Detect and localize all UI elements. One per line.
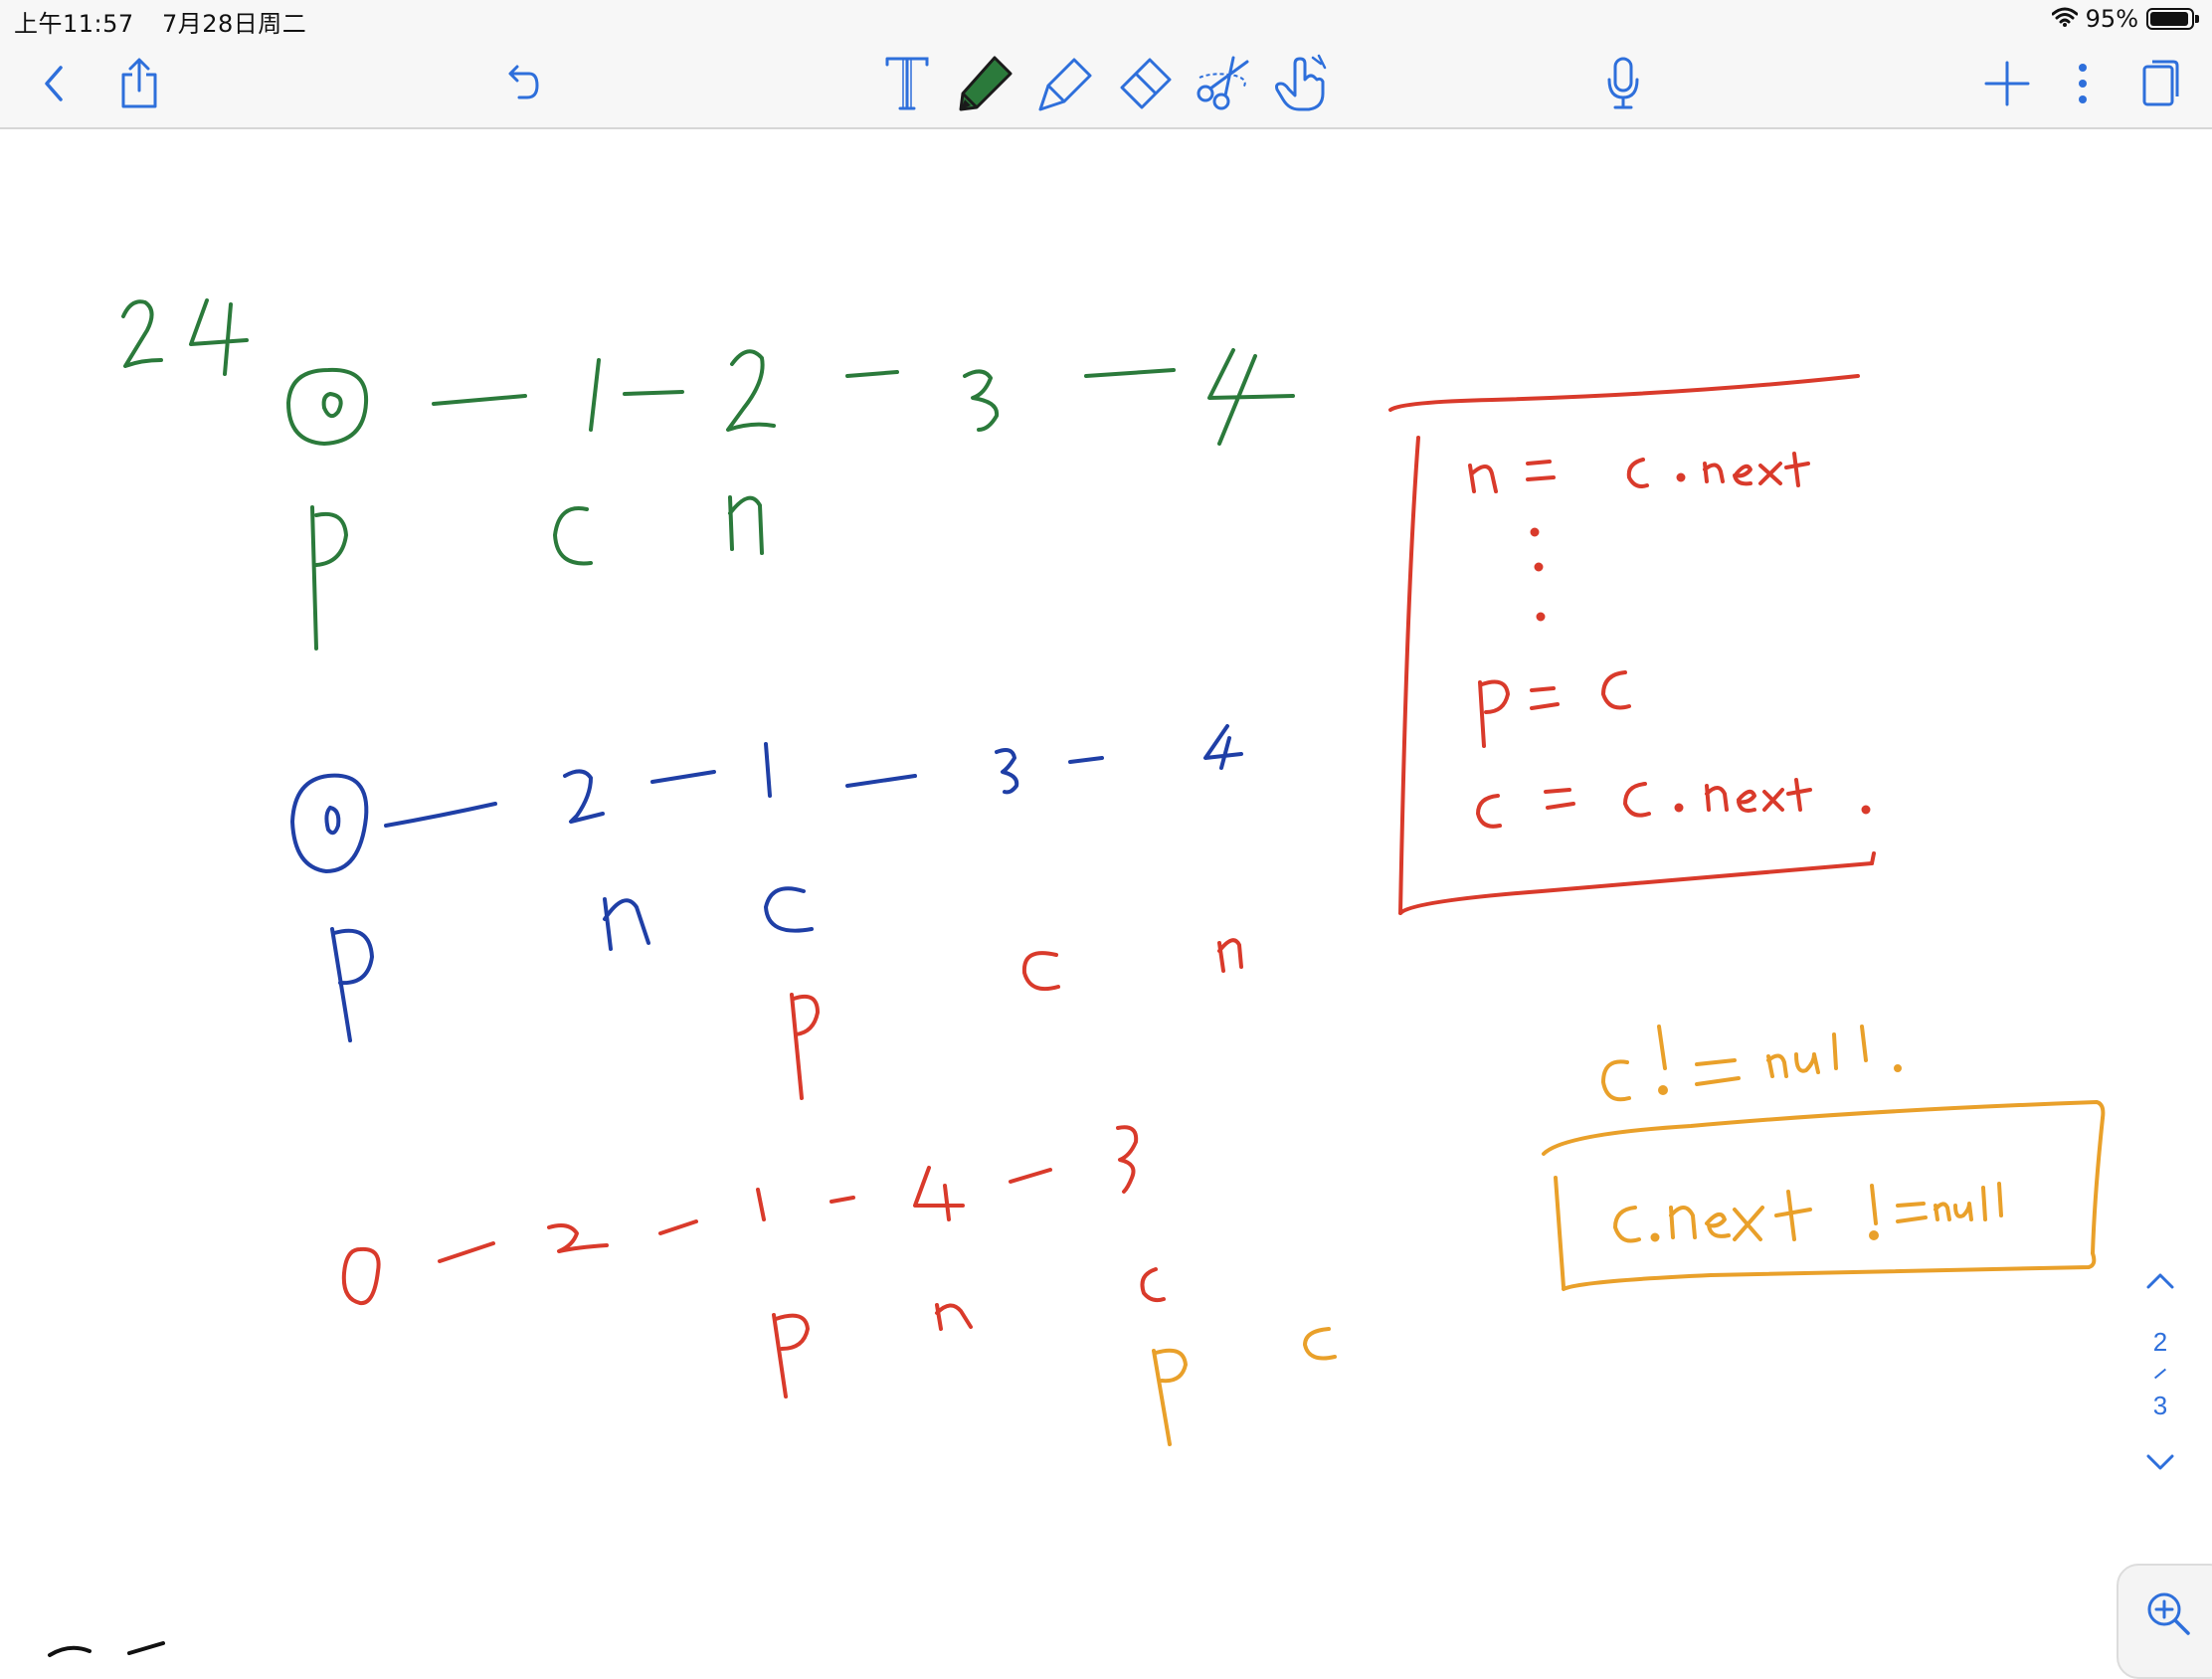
battery-percent: 95% — [2086, 5, 2138, 33]
share-button[interactable] — [107, 52, 171, 115]
hand-pointer-icon — [1273, 54, 1329, 113]
handwriting-layer — [0, 129, 2212, 1659]
microphone-icon — [1605, 56, 1641, 111]
next-page-button[interactable] — [2136, 1444, 2184, 1484]
more-vertical-icon — [2077, 62, 2089, 105]
lasso-scissors-icon — [1194, 54, 1253, 113]
chevron-left-icon — [39, 62, 69, 105]
orange-ink-strokes — [1154, 1026, 2103, 1444]
lasso-tool-button[interactable] — [1192, 52, 1255, 115]
wifi-icon — [2052, 5, 2078, 33]
highlighter-tool-button[interactable] — [1034, 52, 1098, 115]
battery-icon — [2146, 8, 2194, 30]
add-page-button[interactable] — [1975, 52, 2039, 115]
eraser-tool-button[interactable] — [1112, 52, 1176, 115]
text-tool-button[interactable] — [875, 52, 939, 115]
status-time-date: 上午11:57 7月28日周二 — [14, 4, 306, 39]
red-ink-strokes — [344, 376, 1874, 1397]
microphone-button[interactable] — [1591, 52, 1655, 115]
pen-tool-button[interactable] — [953, 52, 1016, 115]
current-page-number: 2 — [2153, 1325, 2167, 1359]
previous-page-button[interactable] — [2136, 1263, 2184, 1303]
highlighter-tool-icon — [1036, 54, 1096, 113]
green-ink-strokes — [123, 300, 1293, 649]
status-right: 95% — [2052, 4, 2194, 34]
pages-button[interactable] — [2128, 52, 2192, 115]
zoom-button[interactable] — [2117, 1564, 2212, 1679]
plus-icon — [1984, 61, 2030, 106]
pen-tool-icon — [955, 54, 1014, 113]
page-navigator: 2 3 — [2132, 1263, 2188, 1502]
back-button[interactable] — [22, 52, 86, 115]
share-icon — [117, 57, 161, 110]
black-ink-strokes — [50, 1643, 163, 1655]
pages-icon — [2140, 59, 2180, 108]
toolbar — [0, 40, 2212, 129]
status-time: 上午11:57 — [14, 10, 134, 38]
text-tool-icon — [884, 55, 930, 112]
blue-ink-strokes — [292, 726, 1241, 1040]
battery-level — [2150, 12, 2188, 26]
status-bar: 上午11:57 7月28日周二 95% — [0, 0, 2212, 40]
chevron-up-icon — [2145, 1272, 2175, 1295]
zoom-in-icon — [2119, 1566, 2192, 1642]
status-date: 7月28日周二 — [162, 10, 306, 38]
chevron-down-icon — [2145, 1453, 2175, 1476]
total-page-count: 3 — [2153, 1389, 2167, 1422]
undo-button[interactable] — [491, 52, 555, 115]
hand-tool-button[interactable] — [1269, 52, 1333, 115]
eraser-tool-icon — [1114, 54, 1174, 113]
undo-icon — [503, 64, 543, 103]
more-button[interactable] — [2051, 52, 2115, 115]
page-separator — [2154, 1369, 2166, 1380]
note-canvas[interactable] — [0, 129, 2212, 1659]
